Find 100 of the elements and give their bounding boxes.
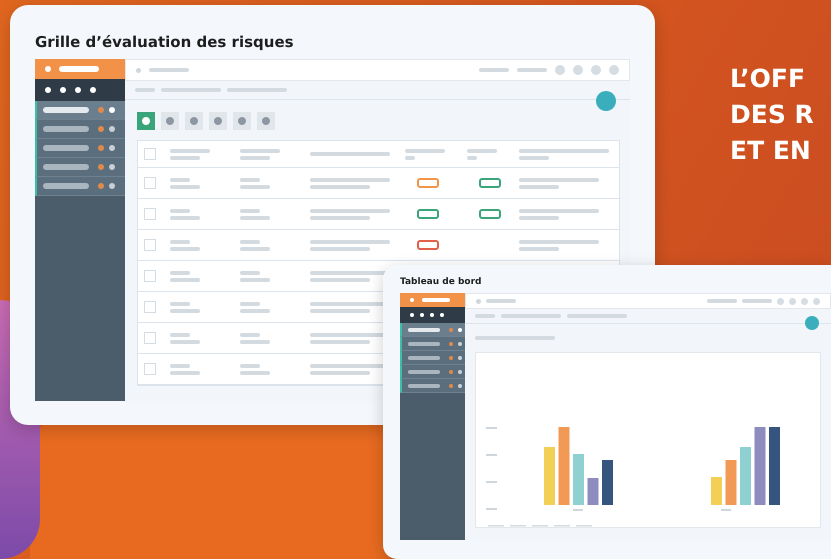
checkbox[interactable] bbox=[144, 270, 156, 282]
text-placeholder bbox=[405, 156, 415, 160]
dot-icon bbox=[458, 384, 462, 388]
dot-icon bbox=[136, 68, 141, 72]
dot-icon bbox=[458, 370, 462, 374]
text-placeholder bbox=[170, 308, 200, 312]
dot-icon[interactable] bbox=[430, 313, 434, 317]
dot-icon bbox=[449, 328, 453, 332]
dot-icon bbox=[449, 384, 453, 388]
text-placeholder bbox=[408, 384, 440, 388]
filter-tab[interactable] bbox=[185, 112, 203, 130]
text-placeholder bbox=[517, 68, 547, 72]
text-placeholder bbox=[240, 148, 280, 152]
dot-icon bbox=[458, 356, 462, 360]
filter-tab[interactable] bbox=[161, 112, 179, 130]
text-placeholder bbox=[170, 208, 190, 212]
text-placeholder bbox=[170, 246, 200, 250]
round-button[interactable] bbox=[596, 91, 616, 111]
circle-icon[interactable] bbox=[789, 298, 796, 304]
text-placeholder bbox=[240, 364, 260, 368]
circle-icon[interactable] bbox=[801, 298, 808, 304]
headline-line: DES R bbox=[730, 99, 814, 131]
text-placeholder bbox=[170, 178, 190, 182]
text-placeholder bbox=[59, 66, 99, 72]
sidebar-item[interactable] bbox=[35, 120, 125, 139]
sidebar-item[interactable] bbox=[400, 365, 465, 379]
round-button[interactable] bbox=[805, 316, 819, 330]
text-placeholder bbox=[240, 370, 270, 374]
chart-bar bbox=[711, 477, 722, 505]
checkbox[interactable] bbox=[144, 301, 156, 313]
text-placeholder bbox=[240, 208, 260, 212]
filter-tab[interactable] bbox=[209, 112, 227, 130]
dot-icon bbox=[458, 328, 462, 332]
sidebar-item[interactable] bbox=[400, 351, 465, 365]
filter-tab[interactable] bbox=[233, 112, 251, 130]
text-placeholder bbox=[43, 126, 89, 132]
circle-icon[interactable] bbox=[813, 298, 820, 304]
dot-icon bbox=[449, 356, 453, 360]
checkbox[interactable] bbox=[144, 208, 156, 220]
window-title: Tableau de bord bbox=[400, 277, 482, 287]
sidebar-item[interactable] bbox=[35, 101, 125, 120]
sidebar-item[interactable] bbox=[400, 379, 465, 393]
dot-icon bbox=[109, 164, 115, 170]
filter-tab[interactable] bbox=[257, 112, 275, 130]
filter-tab[interactable] bbox=[137, 112, 155, 130]
dot-icon[interactable] bbox=[410, 313, 414, 317]
checkbox[interactable] bbox=[144, 148, 156, 160]
sidebar-item[interactable] bbox=[400, 337, 465, 351]
dot-icon[interactable] bbox=[440, 313, 444, 317]
text-placeholder bbox=[240, 178, 260, 182]
text-placeholder bbox=[405, 148, 445, 152]
dot-icon[interactable] bbox=[75, 87, 81, 93]
checkbox[interactable] bbox=[144, 177, 156, 189]
dot-icon bbox=[98, 145, 104, 151]
dot-icon[interactable] bbox=[60, 87, 66, 93]
chart-bar bbox=[602, 460, 613, 505]
text-placeholder bbox=[408, 328, 440, 332]
text-placeholder bbox=[742, 299, 772, 303]
checkbox[interactable] bbox=[144, 363, 156, 375]
circle-icon[interactable] bbox=[573, 65, 583, 75]
dot-icon bbox=[109, 126, 115, 132]
dot-icon[interactable] bbox=[420, 313, 424, 317]
text-placeholder bbox=[240, 340, 270, 344]
text-placeholder bbox=[170, 278, 200, 282]
text-placeholder bbox=[408, 356, 440, 360]
sidebar-item[interactable] bbox=[35, 139, 125, 158]
dot-icon bbox=[98, 164, 104, 170]
circle-icon[interactable] bbox=[777, 298, 784, 304]
headline-line: L’OFF bbox=[730, 63, 806, 95]
sidebar-item[interactable] bbox=[35, 177, 125, 196]
chart-bar bbox=[588, 478, 598, 505]
text-placeholder bbox=[240, 332, 260, 336]
text-placeholder bbox=[170, 240, 190, 244]
sidebar-item[interactable] bbox=[400, 323, 465, 337]
checkbox[interactable] bbox=[144, 239, 156, 251]
chart-bar bbox=[726, 460, 736, 505]
headline-line: ET EN bbox=[730, 135, 812, 167]
dot-icon[interactable] bbox=[45, 87, 51, 93]
dot-icon bbox=[45, 66, 51, 72]
dot-icon bbox=[449, 342, 453, 346]
text-placeholder bbox=[240, 302, 260, 306]
text-placeholder bbox=[170, 332, 190, 336]
sidebar-item[interactable] bbox=[35, 158, 125, 177]
dot-icon[interactable] bbox=[90, 87, 96, 93]
text-placeholder bbox=[170, 302, 190, 306]
text-placeholder bbox=[479, 68, 509, 72]
dot-icon bbox=[410, 298, 414, 302]
text-placeholder bbox=[240, 270, 260, 274]
text-placeholder bbox=[707, 299, 737, 303]
circle-icon[interactable] bbox=[609, 65, 619, 75]
text-placeholder bbox=[310, 216, 370, 220]
text-placeholder bbox=[240, 240, 260, 244]
circle-icon[interactable] bbox=[591, 65, 601, 75]
checkbox[interactable] bbox=[144, 332, 156, 344]
text-placeholder bbox=[519, 216, 559, 220]
text-placeholder bbox=[170, 148, 210, 152]
dot-icon bbox=[109, 107, 115, 113]
text-placeholder bbox=[240, 184, 270, 188]
circle-icon[interactable] bbox=[555, 65, 565, 75]
text-placeholder bbox=[149, 68, 189, 72]
